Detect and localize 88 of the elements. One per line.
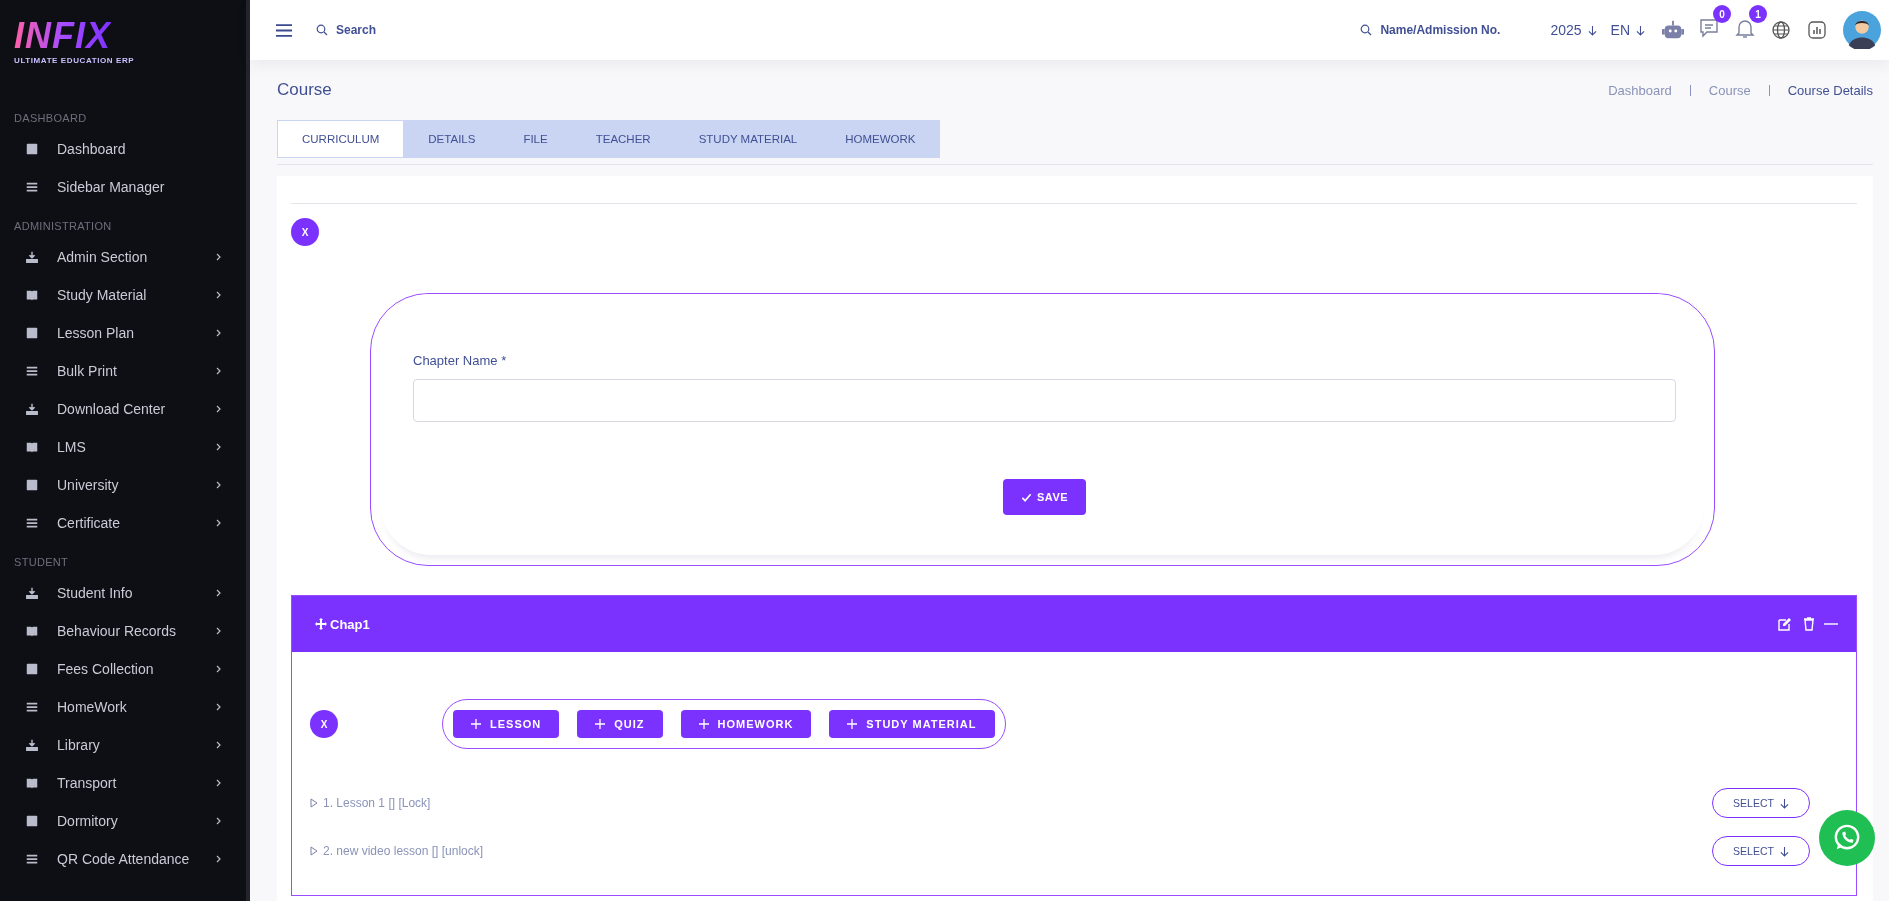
menu-item-icon: [25, 440, 39, 454]
tab[interactable]: HOMEWORK: [821, 120, 940, 158]
menu-item-icon: [25, 516, 39, 530]
field-label: Chapter Name *: [413, 353, 508, 368]
edit-icon[interactable]: [1778, 617, 1792, 631]
sidebar-item[interactable]: Transport: [0, 764, 246, 802]
sidebar-item[interactable]: Admin Section: [0, 238, 246, 276]
menu-item-icon: [25, 478, 39, 492]
sidebar-item[interactable]: Study Material: [0, 276, 246, 314]
chapter-title: Chap1: [330, 616, 370, 632]
sidebar-item[interactable]: Library: [0, 726, 246, 764]
search-icon[interactable]: [1360, 24, 1373, 36]
menu-item-icon: [25, 288, 39, 302]
sidebar-item[interactable]: Student Info: [0, 574, 246, 612]
tab[interactable]: DETAILS: [404, 120, 500, 158]
tab[interactable]: TEACHER: [571, 120, 675, 158]
save-button[interactable]: SAVE: [1002, 479, 1087, 515]
sidebar-item[interactable]: Download Center: [0, 390, 246, 428]
notification-badge: 1: [1749, 5, 1767, 23]
bell-icon[interactable]: [1734, 17, 1756, 39]
trash-icon[interactable]: [1802, 617, 1816, 631]
expand-icon[interactable]: [310, 798, 318, 808]
logo-tagline: ULTIMATE EDUCATION ERP: [14, 56, 136, 65]
add-button[interactable]: STUDY MATERIAL: [829, 710, 995, 738]
plus-icon: [698, 719, 709, 729]
menu-item-icon: [25, 142, 39, 156]
expand-icon[interactable]: [310, 846, 318, 856]
plus-icon: [595, 719, 606, 729]
globe-icon[interactable]: [1770, 19, 1792, 41]
menu-item-icon: [25, 662, 39, 676]
menu-item-icon: [25, 586, 39, 600]
sidebar-item[interactable]: Sidebar Manager: [0, 168, 246, 206]
chapter-name-input[interactable]: [413, 379, 1676, 422]
section-heading: STUDENT: [13, 555, 70, 570]
menu-item-icon: [25, 402, 39, 416]
sidebar-item[interactable]: Certificate: [0, 504, 246, 542]
add-button[interactable]: HOMEWORK: [680, 710, 812, 738]
sidebar-item[interactable]: Lesson Plan: [0, 314, 246, 352]
sidebar-item[interactable]: Fees Collection: [0, 650, 246, 688]
sidebar-item[interactable]: LMS: [0, 428, 246, 466]
sidebar-item[interactable]: Bulk Print: [0, 352, 246, 390]
tab[interactable]: CURRICULUM: [277, 120, 405, 158]
menu-item-icon: [25, 364, 39, 378]
notification-badge: 0: [1713, 5, 1731, 23]
sidebar-item[interactable]: Dashboard: [0, 130, 246, 168]
sidebar-item[interactable]: Behaviour Records: [0, 612, 246, 650]
collapse-icon[interactable]: [1824, 622, 1838, 626]
arrow-down-icon: [1636, 24, 1645, 36]
sidebar-item[interactable]: QR Code Attendance: [0, 840, 246, 878]
move-icon[interactable]: [315, 618, 327, 630]
arrow-down-icon: [1779, 845, 1789, 857]
menu-item-icon: [25, 738, 39, 752]
select-dropdown[interactable]: SELECT: [1712, 836, 1810, 866]
tab[interactable]: FILE: [499, 120, 572, 158]
menu-item-icon: [25, 624, 39, 638]
sidebar-item[interactable]: University: [0, 466, 246, 504]
add-button[interactable]: LESSON: [453, 710, 560, 738]
add-button[interactable]: QUIZ: [577, 710, 663, 738]
menu-item-icon: [25, 852, 39, 866]
close-button[interactable]: X: [291, 218, 319, 246]
menu-icon[interactable]: [276, 23, 292, 37]
check-icon: [1020, 491, 1032, 503]
section-heading: ADMINISTRATION: [13, 219, 113, 234]
arrow-down-icon: [1587, 24, 1597, 36]
sidebar-item[interactable]: HomeWork: [0, 688, 246, 726]
chat-icon[interactable]: [1698, 17, 1720, 39]
menu-item-icon: [25, 250, 39, 264]
menu-item-icon: [25, 776, 39, 790]
chart-icon[interactable]: [1806, 19, 1828, 41]
plus-icon: [471, 719, 481, 729]
menu-item-icon: [25, 326, 39, 340]
arrow-down-icon: [1779, 797, 1789, 809]
plus-icon: [847, 719, 858, 729]
menu-item-icon: [25, 180, 39, 194]
robot-icon[interactable]: [1662, 19, 1684, 41]
search-icon[interactable]: [316, 24, 328, 36]
menu-item-icon: [25, 814, 39, 828]
tab[interactable]: STUDY MATERIAL: [674, 120, 822, 158]
sidebar-item[interactable]: Dormitory: [0, 802, 246, 840]
menu-item-icon: [25, 700, 39, 714]
year-dropdown[interactable]: 2025: [1546, 20, 1601, 40]
user-avatar[interactable]: [1843, 11, 1881, 49]
section-heading: DASHBOARD: [13, 111, 88, 126]
page-title: Course: [277, 80, 332, 100]
breadcrumb-link[interactable]: Course Details: [1787, 82, 1873, 98]
close-button[interactable]: X: [310, 710, 338, 738]
language-dropdown[interactable]: EN: [1606, 20, 1649, 40]
select-dropdown[interactable]: SELECT: [1712, 788, 1810, 818]
